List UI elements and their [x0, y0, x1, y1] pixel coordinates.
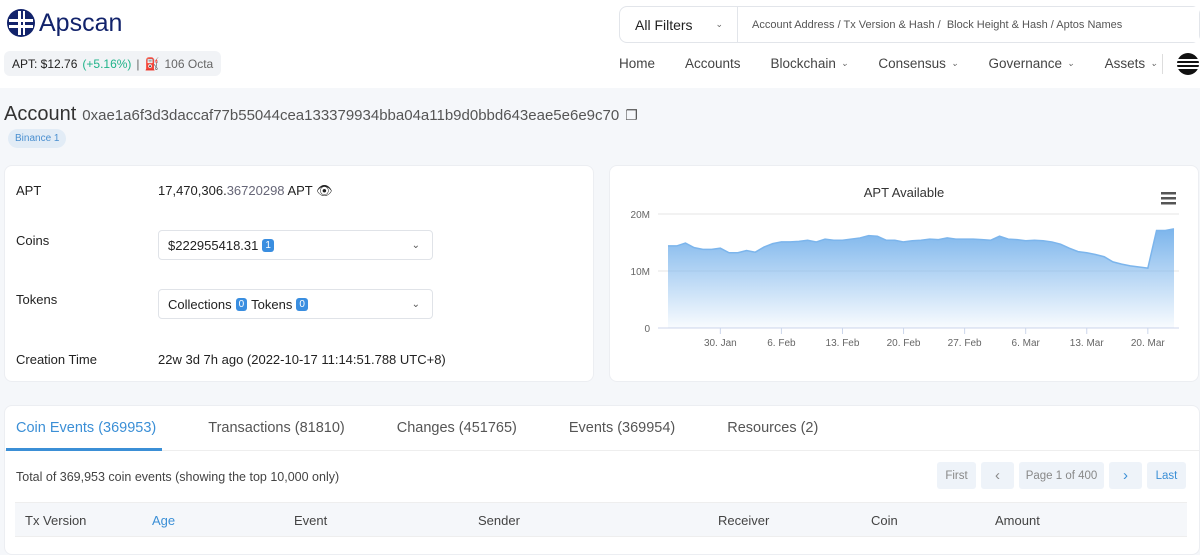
apt-int: 17,470,306.	[158, 183, 227, 198]
coins-count-badge: 1	[262, 239, 274, 252]
chart-title: APT Available	[864, 185, 944, 200]
nav-label: Consensus	[878, 56, 946, 71]
tokens-sub-label: Tokens	[251, 297, 292, 312]
tab-changes[interactable]: Changes (451765)	[386, 406, 517, 450]
x-tick-label: 20. Feb	[887, 338, 921, 349]
tokens-dropdown[interactable]: Collections0Tokens0⌄	[158, 289, 433, 319]
header: Apscan APT: $12.76 (+5.16%) | ⛽ 106 Octa…	[0, 0, 1200, 88]
account-heading: Account 0xae1a6f3d3daccaf77b55044cea1333…	[4, 103, 638, 126]
chart-card: APT Available 0 10M 20M 30. Jan 6. Feb 13. Fe…	[609, 165, 1199, 382]
nav-label: Assets	[1105, 56, 1146, 71]
overview-card: APT 17,470,306.36720298 APT 👁 Coins $222…	[4, 165, 594, 382]
col-coin: Coin	[871, 513, 898, 528]
col-age[interactable]: Age	[152, 513, 175, 528]
aptos-network-icon[interactable]	[1176, 52, 1200, 76]
coins-label: Coins	[16, 233, 49, 248]
chevron-down-icon: ⌄	[841, 58, 849, 69]
x-tick-label: 6. Mar	[1012, 338, 1041, 349]
nav-governance[interactable]: Governance ⌄	[988, 56, 1074, 71]
nav-home[interactable]: Home	[619, 56, 655, 71]
table-header: Tx Version Age Event Sender Receiver Coi…	[15, 502, 1187, 537]
page-title: Account	[4, 103, 76, 126]
col-receiver: Receiver	[718, 513, 769, 528]
apt-unit: APT	[287, 183, 312, 198]
last-page-button[interactable]: Last	[1147, 462, 1186, 489]
col-sender: Sender	[478, 513, 520, 528]
logo-text: Apscan	[39, 9, 122, 38]
nav-divider	[1162, 54, 1163, 74]
chevron-down-icon: ⌄	[412, 299, 420, 310]
next-page-button[interactable]: ›	[1109, 462, 1142, 489]
tokens-label: Tokens	[16, 292, 57, 307]
gas-price: 106 Octa	[165, 57, 214, 71]
apt-price: APT: $12.76	[12, 57, 77, 71]
gas-pump-icon: ⛽	[145, 57, 160, 71]
col-amount: Amount	[995, 513, 1040, 528]
account-address: 0xae1a6f3d3daccaf77b55044cea133379934bba…	[82, 107, 619, 124]
apt-price-change: (+5.16%)	[82, 57, 131, 71]
nav-label: Home	[619, 56, 655, 71]
logo[interactable]: Apscan	[6, 8, 122, 38]
menu-icon[interactable]	[1161, 192, 1176, 205]
nav-label: Accounts	[685, 56, 741, 71]
divider: |	[136, 57, 139, 71]
filter-label: All Filters	[635, 17, 693, 33]
events-card: Coin Events (369953) Transactions (81810…	[4, 405, 1200, 555]
tab-coin-events[interactable]: Coin Events (369953)	[5, 406, 156, 450]
nav-label: Governance	[988, 56, 1062, 71]
x-tick-label: 13. Mar	[1070, 338, 1105, 349]
tokens-count-badge: 0	[296, 298, 308, 311]
search-input[interactable]	[738, 7, 1199, 42]
chevron-down-icon: ⌄	[951, 58, 959, 69]
x-tick-label: 6. Feb	[767, 338, 796, 349]
tab-events[interactable]: Events (369954)	[558, 406, 675, 450]
copy-icon[interactable]: ❐	[625, 107, 638, 124]
page-indicator: Page 1 of 400	[1019, 462, 1104, 489]
area-fill	[668, 229, 1174, 328]
tab-resources[interactable]: Resources (2)	[716, 406, 818, 450]
x-tick-label: 30. Jan	[704, 338, 737, 349]
nav-label: Blockchain	[771, 56, 836, 71]
price-ticker: APT: $12.76 (+5.16%) | ⛽ 106 Octa	[4, 51, 221, 76]
coins-dropdown[interactable]: $222955418.31 1 ⌄	[158, 230, 433, 260]
search-bar: All Filters ⌄	[619, 6, 1200, 43]
filter-dropdown[interactable]: All Filters ⌄	[620, 7, 738, 42]
chevron-down-icon: ⌄	[1150, 58, 1158, 69]
apt-balance: 17,470,306.36720298 APT 👁	[158, 183, 333, 199]
chevron-down-icon: ⌄	[715, 19, 723, 30]
y-tick-label: 20M	[631, 210, 650, 221]
main-nav: Home Accounts Blockchain ⌄ Consensus ⌄ Gov…	[619, 56, 1188, 71]
x-tick-label: 27. Feb	[948, 338, 982, 349]
nav-consensus[interactable]: Consensus ⌄	[878, 56, 958, 71]
y-tick-label: 0	[644, 324, 650, 335]
events-summary: Total of 369,953 coin events (showing th…	[16, 470, 339, 484]
tab-transactions[interactable]: Transactions (81810)	[197, 406, 344, 450]
first-page-button[interactable]: First	[937, 462, 976, 489]
apt-available-chart: APT Available 0 10M 20M 30. Jan 6. Feb 13. Fe…	[610, 166, 1200, 383]
y-tick-label: 10M	[631, 267, 650, 278]
nav-accounts[interactable]: Accounts	[685, 56, 741, 71]
col-tx-version: Tx Version	[25, 513, 86, 528]
eye-icon[interactable]: 👁	[316, 183, 333, 198]
x-tick-label: 20. Mar	[1131, 338, 1166, 349]
creation-time-label: Creation Time	[16, 352, 97, 367]
creation-time-value: 22w 3d 7h ago (2022-10-17 11:14:51.788 U…	[158, 352, 446, 367]
chevron-down-icon: ⌄	[412, 240, 420, 251]
account-label-badge[interactable]: Binance 1	[8, 129, 66, 148]
collections-label: Collections	[168, 297, 232, 312]
x-tick-label: 13. Feb	[826, 338, 860, 349]
apscan-logo-icon	[6, 8, 36, 38]
tab-bar: Coin Events (369953) Transactions (81810…	[5, 406, 1199, 451]
apt-label: APT	[16, 183, 41, 198]
nav-assets[interactable]: Assets ⌄	[1105, 56, 1158, 71]
apt-decimals: 36720298	[227, 183, 285, 198]
coins-value: $222955418.31	[168, 238, 258, 253]
prev-page-button[interactable]: ‹	[981, 462, 1014, 489]
chevron-down-icon: ⌄	[1067, 58, 1075, 69]
col-event: Event	[294, 513, 327, 528]
collections-count-badge: 0	[236, 298, 248, 311]
nav-blockchain[interactable]: Blockchain ⌄	[771, 56, 849, 71]
